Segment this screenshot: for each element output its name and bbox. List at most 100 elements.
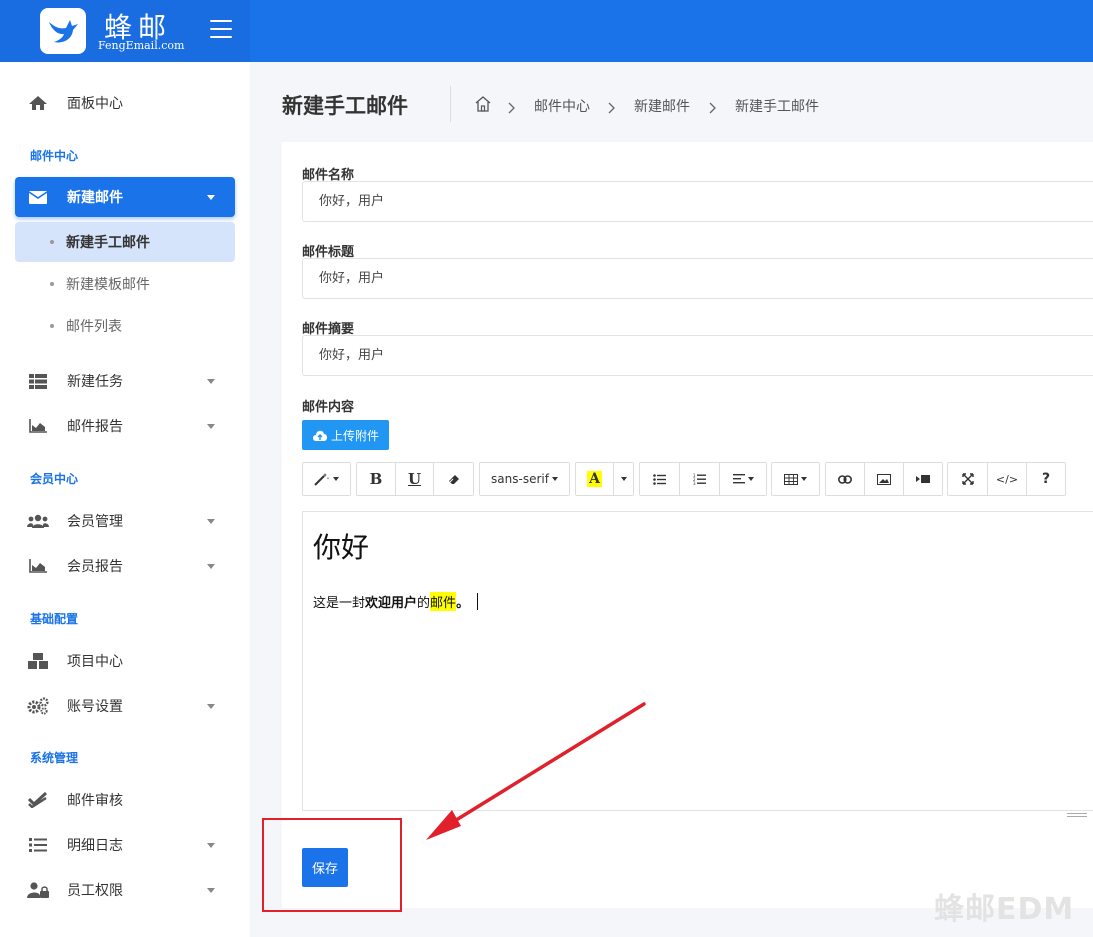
toolbar-view-group: </> ?: [947, 462, 1066, 496]
underline-button[interactable]: U: [396, 463, 434, 495]
section-title-mail: 邮件中心: [30, 149, 79, 163]
sidebar-item-label: 新建任务: [67, 374, 123, 390]
font-family-value: sans-serif: [491, 472, 549, 486]
sidebar-item-member-report[interactable]: 会员报告: [15, 546, 235, 586]
sidebar-item-dashboard[interactable]: 面板中心: [15, 83, 235, 123]
mail-summary-input[interactable]: 你好，用户: [302, 335, 1093, 376]
gears-icon: [27, 697, 49, 715]
mail-name-input[interactable]: 你好，用户: [302, 181, 1093, 222]
boxes-icon: [27, 653, 49, 669]
insert-video-button[interactable]: [904, 463, 942, 495]
brand-subtitle: FengEmail.com: [98, 39, 185, 52]
toolbar-table-group: [771, 462, 820, 496]
chevron-down-icon: [207, 519, 215, 524]
sidebar-item-label: 新建邮件: [67, 190, 123, 206]
ordered-list-button[interactable]: 123: [680, 463, 720, 495]
numbered-list-icon: 123: [693, 473, 706, 485]
breadcrumb-item[interactable]: 新建邮件: [634, 96, 690, 116]
sidebar-subitem-mail-list[interactable]: 邮件列表: [15, 306, 235, 346]
editor-text-bold: 欢迎用户: [365, 596, 418, 611]
hamburger-menu-icon[interactable]: [210, 20, 232, 38]
breadcrumb-item[interactable]: 邮件中心: [534, 96, 590, 116]
sidebar-item-label: 账号设置: [67, 699, 123, 715]
title-divider: [450, 86, 451, 122]
area-chart-icon: [27, 559, 49, 573]
section-title-config: 基础配置: [30, 612, 79, 626]
chevron-down-icon: [207, 379, 215, 384]
insert-image-button[interactable]: [865, 463, 904, 495]
editor-resize-handle[interactable]: [1067, 813, 1087, 819]
help-button[interactable]: ?: [1027, 463, 1065, 495]
sidebar-item-label: 面板中心: [67, 96, 123, 112]
list-icon: [27, 838, 49, 852]
breadcrumb-item-current: 新建手工邮件: [735, 99, 819, 115]
user-lock-icon: [27, 882, 49, 898]
font-family-select[interactable]: sans-serif: [480, 463, 569, 495]
mail-subject-input[interactable]: 你好，用户: [302, 258, 1093, 299]
bullet-list-icon: [653, 473, 666, 485]
sidebar-subitem-new-template-mail[interactable]: 新建模板邮件: [15, 264, 235, 304]
chevron-right-icon: [508, 99, 516, 118]
sidebar-item-mail-report[interactable]: 邮件报告: [15, 406, 235, 446]
sidebar-item-detail-log[interactable]: 明细日志: [15, 825, 235, 865]
font-color-button[interactable]: A: [576, 463, 614, 495]
font-color-dropdown[interactable]: [614, 463, 633, 495]
sidebar-item-label: 明细日志: [67, 838, 123, 854]
insert-link-button[interactable]: [826, 463, 865, 495]
toolbar-color-group: A: [575, 462, 634, 496]
sidebar-item-new-task[interactable]: 新建任务: [15, 361, 235, 401]
bold-button[interactable]: B: [357, 463, 396, 495]
breadcrumb-home-icon[interactable]: [474, 95, 492, 116]
chevron-down-icon: [207, 843, 215, 848]
sidebar-subitem-label: 邮件列表: [66, 319, 122, 335]
watermark: 蜂邮EDM: [934, 892, 1075, 927]
unordered-list-button[interactable]: [640, 463, 680, 495]
sidebar-item-new-mail[interactable]: 新建邮件: [15, 177, 235, 217]
toolbar-style-group: [302, 462, 351, 496]
align-button[interactable]: [720, 463, 766, 495]
eraser-icon: [448, 475, 459, 484]
users-icon: [27, 514, 49, 528]
sidebar-item-label: 员工权限: [67, 883, 123, 899]
sidebar-item-label: 项目中心: [67, 654, 123, 670]
text-cursor: [477, 593, 479, 610]
sidebar-item-member-manage[interactable]: 会员管理: [15, 501, 235, 541]
editor-text-highlight: 邮件: [430, 592, 457, 611]
table-icon: [27, 373, 49, 389]
sidebar-item-staff-permission[interactable]: 员工权限: [15, 870, 235, 910]
align-left-icon: [732, 474, 745, 484]
mail-content-label: 邮件内容: [302, 400, 355, 415]
sidebar-subitem-label: 新建手工邮件: [66, 235, 150, 251]
sidebar-item-label: 会员管理: [67, 514, 123, 530]
chevron-down-icon: [207, 704, 215, 709]
sidebar-item-account-settings[interactable]: 账号设置: [15, 686, 235, 726]
double-check-icon: [27, 792, 49, 808]
area-chart-icon: [27, 419, 49, 433]
code-view-button[interactable]: </>: [988, 463, 1027, 495]
chevron-down-icon: [207, 195, 215, 200]
insert-table-button[interactable]: [772, 463, 819, 495]
sidebar-item-label: 会员报告: [67, 559, 123, 575]
content-editor[interactable]: 你好 这是一封 欢迎用户的邮件。: [302, 511, 1093, 811]
brand[interactable]: 蜂邮 FengEmail.com: [0, 0, 250, 62]
sidebar-item-mail-review[interactable]: 邮件审核: [15, 780, 235, 820]
expand-icon: [961, 473, 974, 485]
magic-wand-icon: [314, 473, 329, 486]
page-title: 新建手工邮件: [282, 94, 408, 118]
bullet-icon: [50, 240, 54, 244]
sidebar-subitem-new-manual-mail[interactable]: 新建手工邮件: [15, 222, 235, 262]
fullscreen-button[interactable]: [948, 463, 988, 495]
sidebar-item-project-center[interactable]: 项目中心: [15, 641, 235, 681]
section-title-system: 系统管理: [30, 751, 79, 765]
sidebar-item-label: 邮件报告: [67, 419, 123, 435]
upload-attachment-button[interactable]: 上传附件: [302, 420, 389, 450]
toolbar-insert-group: [825, 462, 943, 496]
editor-text: 这是一封: [313, 596, 366, 611]
style-button[interactable]: [303, 463, 350, 495]
chevron-right-icon: [608, 99, 616, 118]
clear-format-button[interactable]: [434, 463, 473, 495]
font-color-label: A: [587, 471, 602, 487]
table-icon: [784, 473, 798, 485]
bullet-icon: [50, 324, 54, 328]
toolbar-para-group: 123: [639, 462, 767, 496]
